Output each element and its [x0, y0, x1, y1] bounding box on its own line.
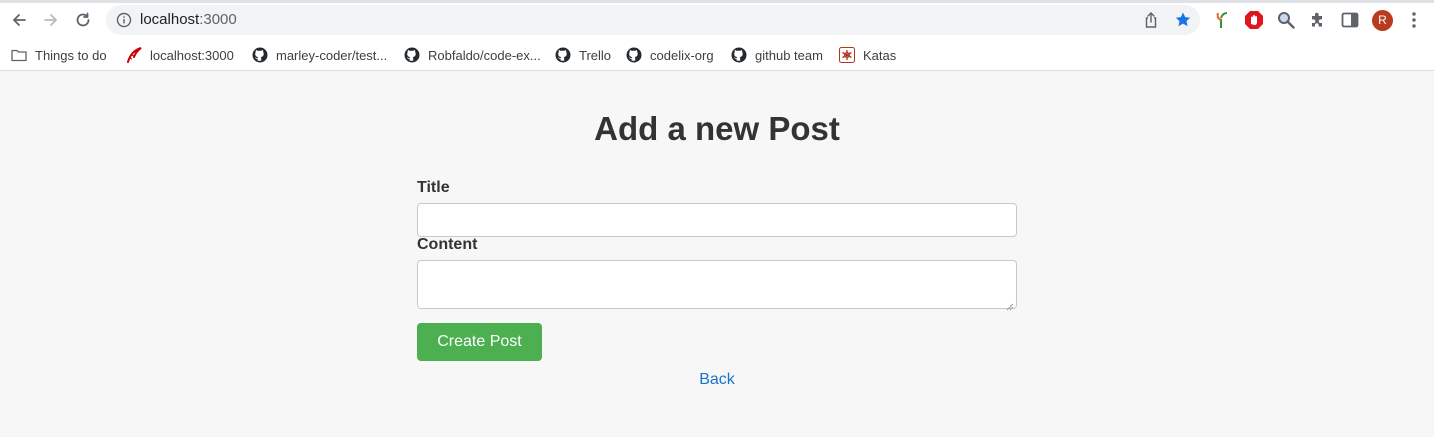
browser-toolbar: localhost:3000 R [0, 0, 1434, 40]
title-label: Title [417, 179, 450, 196]
bookmark-robfaldo[interactable]: Robfaldo/code-ex... [404, 44, 541, 66]
create-post-button[interactable]: Create Post [417, 323, 542, 361]
kebab-menu-icon[interactable] [1404, 10, 1424, 30]
bookmark-localhost[interactable]: localhost:3000 [126, 44, 234, 66]
github-icon [626, 47, 642, 63]
github-icon [731, 47, 747, 63]
address-url: localhost:3000 [140, 12, 237, 28]
adblock-icon[interactable] [1244, 10, 1264, 30]
back-link-text[interactable]: Back [699, 371, 735, 388]
bookmark-label: localhost:3000 [150, 47, 234, 63]
folder-icon [11, 47, 27, 63]
profile-avatar[interactable]: R [1372, 10, 1393, 31]
bookmark-label: Robfaldo/code-ex... [428, 47, 541, 63]
side-panel-icon[interactable] [1340, 10, 1360, 30]
bookmark-label: Things to do [35, 47, 107, 63]
url-host: localhost [140, 11, 200, 28]
page-title: Add a new Post [594, 110, 840, 147]
site-info-icon[interactable] [116, 12, 132, 28]
address-bar[interactable]: localhost:3000 [106, 5, 1200, 35]
bookmark-star-icon[interactable] [1174, 11, 1192, 29]
bookmark-codelix-org[interactable]: codelix-org [626, 44, 714, 66]
bookmark-label: github team [755, 47, 823, 63]
back-link: Back [0, 371, 1434, 389]
extension-plant-icon[interactable] [1212, 10, 1232, 30]
extension-search-icon[interactable] [1276, 10, 1296, 30]
codewars-icon [839, 47, 855, 63]
github-icon [555, 47, 571, 63]
tab-strip-edge [0, 0, 1434, 3]
bookmark-things-to-do[interactable]: Things to do [11, 44, 107, 66]
forward-arrow-icon[interactable] [40, 9, 62, 31]
bookmark-label: Trello [579, 47, 612, 63]
bookmark-label: codelix-org [650, 47, 714, 63]
github-icon [404, 47, 420, 63]
extensions-puzzle-icon[interactable] [1308, 10, 1328, 30]
back-arrow-icon[interactable] [8, 9, 30, 31]
bookmark-label: Katas [863, 47, 897, 63]
github-icon [252, 47, 268, 63]
bookmark-marley-coder[interactable]: marley-coder/test... [252, 44, 387, 66]
bookmark-label: marley-coder/test... [276, 47, 388, 63]
content-textarea[interactable] [417, 260, 1017, 311]
content-label: Content [417, 236, 478, 253]
reload-icon[interactable] [72, 9, 94, 31]
bookmark-trello[interactable]: Trello [555, 44, 611, 66]
rails-icon [126, 47, 142, 63]
bookmark-github-team[interactable]: github team [731, 44, 823, 66]
resize-grip-icon[interactable] [1006, 298, 1014, 311]
bookmark-katas[interactable]: Katas [839, 44, 896, 66]
title-input[interactable] [417, 203, 1017, 237]
url-port: :3000 [199, 11, 237, 28]
bookmarks-bar: Things to do localhost:3000 marley-coder… [0, 40, 1434, 71]
share-icon[interactable] [1142, 11, 1160, 29]
